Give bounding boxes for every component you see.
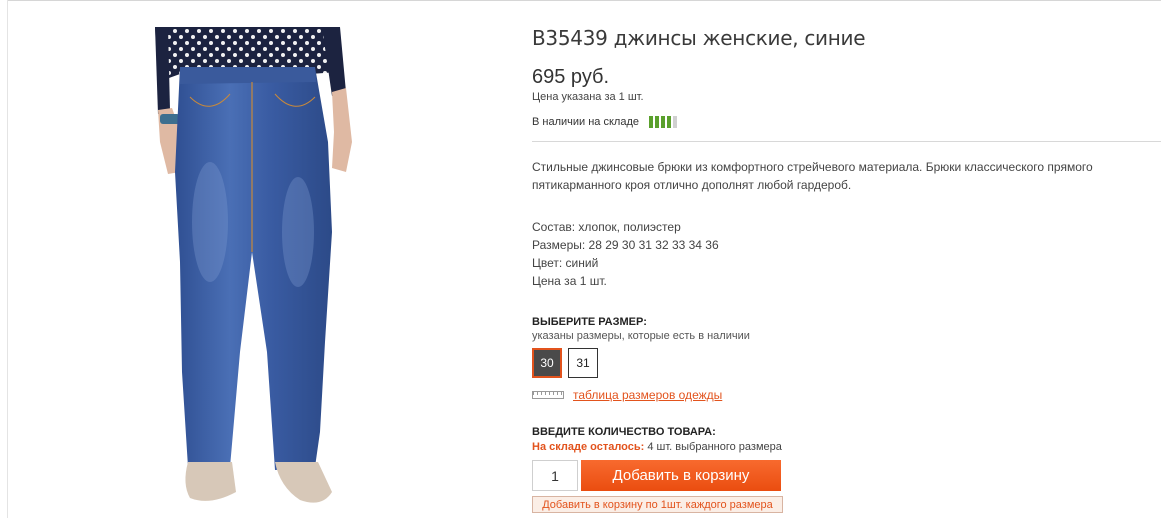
size-option-31[interactable]: 31 xyxy=(568,348,598,378)
stock-level-indicator xyxy=(648,116,679,128)
spec-sizes: Размеры: 28 29 30 31 32 33 34 36 xyxy=(532,238,719,252)
quantity-row: Добавить в корзину xyxy=(532,460,781,491)
size-option-30[interactable]: 30 xyxy=(532,348,562,378)
stock-remaining: 4 шт. выбранного размера xyxy=(647,441,782,453)
quantity-stock-note: На складе осталось: 4 шт. выбранного раз… xyxy=(532,441,782,453)
size-options: 30 31 xyxy=(532,348,604,378)
stock-label: В наличии на складе xyxy=(532,116,639,128)
stock-bar xyxy=(660,116,665,128)
left-border xyxy=(7,0,8,518)
spec-color: Цвет: синий xyxy=(532,256,599,270)
ruler-icon xyxy=(532,391,564,399)
spec-composition: Состав: хлопок, полиэстер xyxy=(532,220,681,234)
add-each-size-button[interactable]: Добавить в корзину по 1шт. каждого разме… xyxy=(532,496,783,513)
product-description: Стильные джинсовые брюки из комфортного … xyxy=(532,160,1093,192)
stock-bar xyxy=(672,116,677,128)
stock-bar xyxy=(648,116,653,128)
product-price: 695 руб. xyxy=(532,66,610,88)
spec-price-unit: Цена за 1 шт. xyxy=(532,274,607,288)
stock-bar xyxy=(654,116,659,128)
product-specs: Состав: хлопок, полиэстер Размеры: 28 29… xyxy=(532,218,719,290)
stock-warning-label: На складе осталось: xyxy=(532,441,645,453)
stock-status: В наличии на складе xyxy=(532,116,679,128)
size-heading: ВЫБЕРИТЕ РАЗМЕР: xyxy=(532,316,647,328)
size-table-row: таблица размеров одежды xyxy=(532,388,722,402)
add-to-cart-button[interactable]: Добавить в корзину xyxy=(581,460,781,491)
price-note: Цена указана за 1 шт. xyxy=(532,91,644,103)
product-title: B35439 джинсы женские, синие xyxy=(532,26,866,50)
size-subheading: указаны размеры, которые есть в наличии xyxy=(532,330,750,342)
top-border xyxy=(7,0,1161,3)
stock-bar xyxy=(666,116,671,128)
size-table-link[interactable]: таблица размеров одежды xyxy=(573,388,722,402)
product-photo xyxy=(70,22,470,518)
quantity-heading: ВВЕДИТЕ КОЛИЧЕСТВО ТОВАРА: xyxy=(532,426,716,438)
quantity-input[interactable] xyxy=(532,460,578,491)
divider xyxy=(532,141,1161,142)
